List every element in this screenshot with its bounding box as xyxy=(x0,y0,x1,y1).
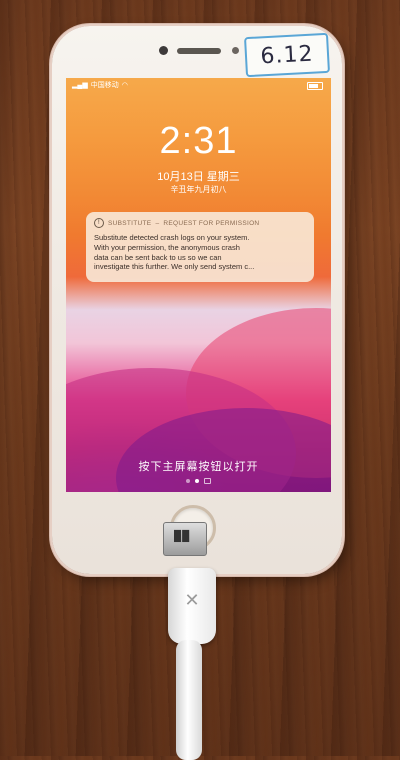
notification-body: Substitute detected crash logs on your s… xyxy=(94,233,255,272)
lock-date: 10月13日 星期三 xyxy=(157,171,240,183)
lock-screen[interactable]: ▂▄▆ 中国移动 ◠ 2:31 10月13日 星期三 辛丑年九月初八 ! SUB… xyxy=(66,78,331,492)
page-dot-active xyxy=(195,479,199,483)
iphone-device: 6.12 ▂▄▆ 中国移动 ◠ 2:31 10月13日 星期三 辛丑年九月初八 … xyxy=(52,26,342,574)
front-camera xyxy=(159,46,168,55)
notification-separator: – xyxy=(155,219,160,227)
unlock-hint: 按下主屏幕按钮以打开 xyxy=(138,461,259,473)
cable-logo-icon: ✕ xyxy=(184,590,200,610)
signal-icon: ▂▄▆ xyxy=(72,82,88,89)
lightning-connector xyxy=(163,522,207,556)
lunar-date: 辛丑年九月初八 xyxy=(170,185,227,194)
status-bar: ▂▄▆ 中国移动 ◠ xyxy=(72,80,128,90)
charging-cable xyxy=(176,640,202,760)
notification-app: SUBSTITUTE xyxy=(108,219,152,227)
handwritten-sticker: 6.12 xyxy=(244,32,330,78)
proximity-sensor xyxy=(232,47,239,54)
page-dots xyxy=(66,478,331,484)
notification-card[interactable]: ! SUBSTITUTE – REQUEST FOR PERMISSION Su… xyxy=(86,212,314,282)
warning-icon: ! xyxy=(94,218,104,228)
notification-header: ! SUBSTITUTE – REQUEST FOR PERMISSION xyxy=(94,218,306,228)
battery-icon xyxy=(307,82,323,90)
carrier-label: 中国移动 xyxy=(90,82,119,89)
camera-icon xyxy=(204,478,211,484)
notification-title: REQUEST FOR PERMISSION xyxy=(163,219,260,227)
lock-time: 2:31 xyxy=(159,120,238,162)
wifi-icon: ◠ xyxy=(121,82,128,89)
page-dot xyxy=(186,479,190,483)
earpiece-speaker xyxy=(177,48,221,54)
